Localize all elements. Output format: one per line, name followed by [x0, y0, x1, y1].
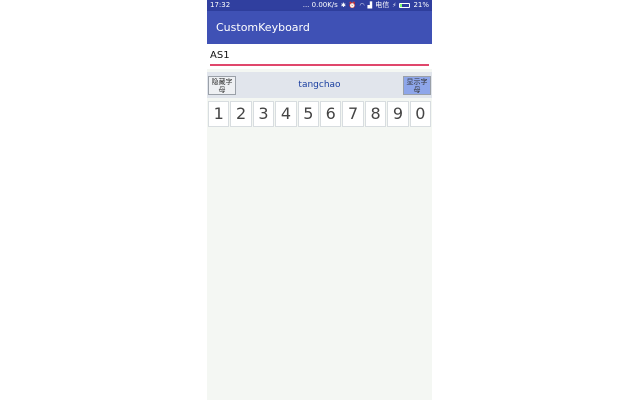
keyboard-header: 隐藏字母 tangchao 显示字母 [207, 72, 432, 98]
key-6[interactable]: 6 [320, 101, 342, 127]
key-8[interactable]: 8 [364, 101, 387, 127]
edit-container: AS1 [207, 44, 432, 69]
bluetooth-icon: ✱ [340, 2, 346, 9]
wifi-icon: ◠ [359, 2, 365, 9]
app-title: CustomKeyboard [216, 21, 310, 34]
app-bar: CustomKeyboard [207, 11, 432, 44]
carrier-label: 电信 [375, 1, 390, 9]
battery-fill [400, 4, 403, 7]
digit-row: 1 2 3 4 5 6 7 8 9 0 [207, 98, 432, 127]
key-5[interactable]: 5 [297, 101, 320, 127]
battery-percent: 21% [413, 1, 429, 9]
signal-icon: ▟ [367, 2, 373, 9]
network-speed: ... 0.00K/s [302, 1, 338, 9]
key-0[interactable]: 0 [409, 101, 432, 127]
status-time: 17:32 [210, 1, 231, 9]
charging-icon: ⚡ [392, 2, 397, 9]
status-icons: ... 0.00K/s ✱ ⏰ ◠ ▟ 电信 ⚡ 21% [303, 0, 429, 11]
phone-screen: 17:32 ... 0.00K/s ✱ ⏰ ◠ ▟ 电信 ⚡ 21% Custo… [207, 0, 432, 400]
key-9[interactable]: 9 [387, 101, 409, 127]
key-1[interactable]: 1 [208, 101, 230, 127]
key-7[interactable]: 7 [342, 101, 364, 127]
key-3[interactable]: 3 [252, 101, 275, 127]
key-2[interactable]: 2 [230, 101, 252, 127]
battery-icon [399, 3, 411, 8]
show-letters-button[interactable]: 显示字母 [402, 75, 431, 95]
text-input[interactable]: AS1 [210, 49, 429, 66]
status-bar: 17:32 ... 0.00K/s ✱ ⏰ ◠ ▟ 电信 ⚡ 21% [207, 0, 432, 11]
key-4[interactable]: 4 [275, 101, 297, 127]
hide-letters-button[interactable]: 隐藏字母 [208, 75, 236, 95]
alarm-icon: ⏰ [348, 2, 357, 9]
keyboard-title: tangchao [298, 80, 341, 90]
